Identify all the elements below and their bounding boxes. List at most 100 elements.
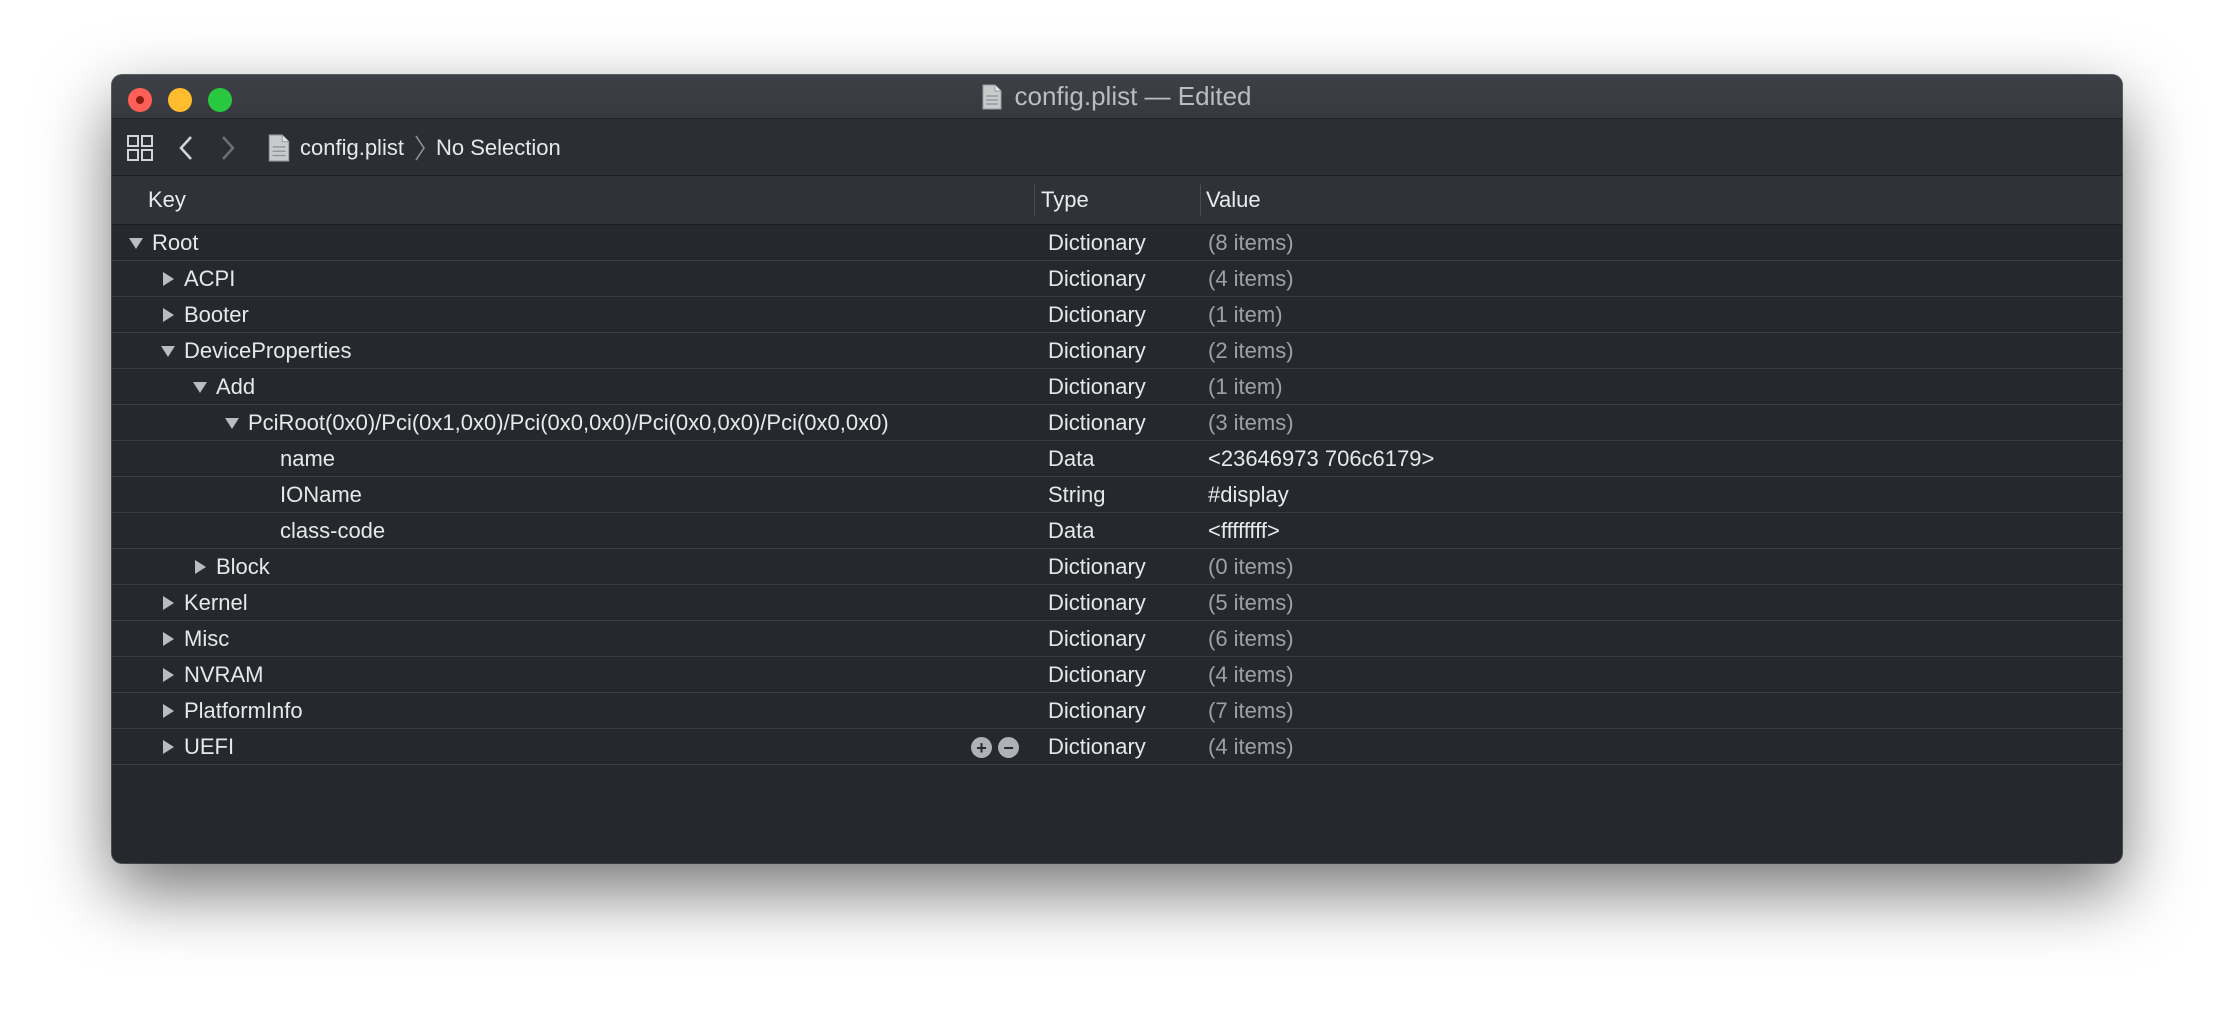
type-cell[interactable]: Dictionary (1048, 621, 1146, 656)
window-title-area: config.plist — Edited (112, 75, 2122, 118)
table-row[interactable]: ACPI Dictionary (4 items) (112, 261, 2122, 297)
table-row[interactable]: class-code Data <ffffffff> (112, 513, 2122, 549)
forward-button[interactable] (216, 132, 240, 164)
title-bar[interactable]: config.plist — Edited (112, 75, 2122, 119)
type-cell[interactable]: Dictionary (1048, 225, 1146, 260)
type-cell[interactable]: Dictionary (1048, 405, 1146, 440)
table-row[interactable]: Booter Dictionary (1 item) (112, 297, 2122, 333)
type-cell[interactable]: Dictionary (1048, 657, 1146, 692)
value-cell: (4 items) (1208, 661, 1294, 687)
type-cell[interactable]: Dictionary (1048, 261, 1146, 296)
type-cell[interactable]: Dictionary (1048, 549, 1146, 584)
breadcrumb-selection[interactable]: No Selection (436, 135, 561, 161)
table-row[interactable]: NVRAM Dictionary (4 items) (112, 657, 2122, 693)
key-cell[interactable]: Add (192, 369, 255, 404)
breadcrumb: config.plist No Selection (268, 132, 561, 164)
key-label: ACPI (184, 265, 236, 291)
key-cell[interactable]: Booter (160, 297, 249, 332)
disclosure-open-icon[interactable] (128, 235, 144, 251)
table-row[interactable]: PciRoot(0x0)/Pci(0x1,0x0)/Pci(0x0,0x0)/P… (112, 405, 2122, 441)
table-row[interactable]: Block Dictionary (0 items) (112, 549, 2122, 585)
key-cell[interactable]: Root (128, 225, 198, 260)
disclosure-closed-icon[interactable] (160, 667, 176, 683)
key-label: name (280, 445, 336, 471)
disclosure-closed-icon[interactable] (160, 739, 176, 755)
disclosure-open-icon[interactable] (192, 379, 208, 395)
key-cell[interactable]: ACPI (160, 261, 235, 296)
key-cell[interactable]: IOName (280, 477, 362, 512)
key-label: PciRoot(0x0)/Pci(0x1,0x0)/Pci(0x0,0x0)/P… (248, 409, 889, 435)
plist-editor-window: config.plist — Edited config.plist No Se… (112, 75, 2122, 863)
table-row[interactable]: UEFI + − Dictionary (4 items) (112, 729, 2122, 765)
value-cell: (2 items) (1208, 337, 1294, 363)
add-row-button[interactable]: + (971, 737, 992, 758)
value-cell[interactable]: #display (1208, 477, 1289, 512)
chevron-left-icon (179, 136, 192, 160)
type-cell[interactable]: Dictionary (1048, 729, 1146, 764)
column-header-type[interactable]: Type (1041, 176, 1089, 224)
value-cell[interactable]: <ffffffff> (1208, 513, 1280, 548)
key-label: UEFI (184, 733, 235, 759)
key-cell[interactable]: DeviceProperties (160, 333, 352, 368)
chevron-right-icon (222, 136, 235, 160)
table-row[interactable]: Kernel Dictionary (5 items) (112, 585, 2122, 621)
value-cell[interactable]: <23646973 706c6179> (1208, 441, 1434, 476)
document-icon (982, 84, 1002, 109)
breadcrumb-separator-icon (415, 135, 425, 161)
type-cell[interactable]: Dictionary (1048, 369, 1146, 404)
disclosure-closed-icon[interactable] (160, 631, 176, 647)
key-cell[interactable]: Kernel (160, 585, 248, 620)
type-cell[interactable]: Data (1048, 441, 1094, 476)
related-items-button[interactable] (126, 134, 154, 162)
table-row[interactable]: IOName String #display (112, 477, 2122, 513)
key-label: Block (216, 553, 270, 579)
key-cell[interactable]: PciRoot(0x0)/Pci(0x1,0x0)/Pci(0x0,0x0)/P… (224, 405, 889, 440)
key-cell[interactable]: NVRAM (160, 657, 263, 692)
table-row[interactable]: DeviceProperties Dictionary (2 items) (112, 333, 2122, 369)
remove-row-button[interactable]: − (998, 737, 1019, 758)
column-header-key[interactable]: Key (148, 176, 186, 224)
key-label: DeviceProperties (184, 337, 352, 363)
disclosure-closed-icon[interactable] (192, 559, 208, 575)
row-add-remove-controls: + − (971, 737, 1019, 758)
value-cell: (4 items) (1208, 265, 1294, 291)
key-cell[interactable]: class-code (280, 513, 385, 548)
key-cell[interactable]: UEFI (160, 729, 234, 764)
column-header-value[interactable]: Value (1206, 176, 1261, 224)
back-button[interactable] (174, 132, 198, 164)
value-cell: (7 items) (1208, 697, 1294, 723)
type-cell[interactable]: Dictionary (1048, 297, 1146, 332)
disclosure-open-icon[interactable] (160, 343, 176, 359)
key-cell[interactable]: Misc (160, 621, 229, 656)
type-cell[interactable]: Dictionary (1048, 333, 1146, 368)
disclosure-closed-icon[interactable] (160, 703, 176, 719)
key-label: Root (152, 229, 199, 255)
table-row[interactable]: Add Dictionary (1 item) (112, 369, 2122, 405)
disclosure-closed-icon[interactable] (160, 595, 176, 611)
table-row[interactable]: Root Dictionary (8 items) (112, 225, 2122, 261)
column-divider[interactable] (1034, 184, 1035, 216)
value-cell: (0 items) (1208, 553, 1294, 579)
breadcrumb-file[interactable]: config.plist (300, 135, 404, 161)
column-divider[interactable] (1200, 184, 1201, 216)
disclosure-open-icon[interactable] (224, 415, 240, 431)
type-cell[interactable]: String (1048, 477, 1105, 512)
table-row[interactable]: Misc Dictionary (6 items) (112, 621, 2122, 657)
type-cell[interactable]: Dictionary (1048, 693, 1146, 728)
key-cell[interactable]: PlatformInfo (160, 693, 303, 728)
key-cell[interactable]: name (280, 441, 335, 476)
type-cell[interactable]: Data (1048, 513, 1094, 548)
table-row[interactable]: PlatformInfo Dictionary (7 items) (112, 693, 2122, 729)
key-label: Misc (184, 625, 230, 651)
grid-icon (127, 135, 153, 161)
window-title: config.plist — Edited (1014, 81, 1252, 111)
disclosure-closed-icon[interactable] (160, 271, 176, 287)
toolbar: config.plist No Selection (112, 119, 2122, 176)
plist-table: Key Type Value Root Dictionary (8 items) AC… (112, 176, 2122, 863)
table-row[interactable]: name Data <23646973 706c6179> (112, 441, 2122, 477)
disclosure-closed-icon[interactable] (160, 307, 176, 323)
key-cell[interactable]: Block (192, 549, 270, 584)
key-label: IOName (280, 481, 362, 507)
type-cell[interactable]: Dictionary (1048, 585, 1146, 620)
table-header: Key Type Value (112, 176, 2122, 225)
